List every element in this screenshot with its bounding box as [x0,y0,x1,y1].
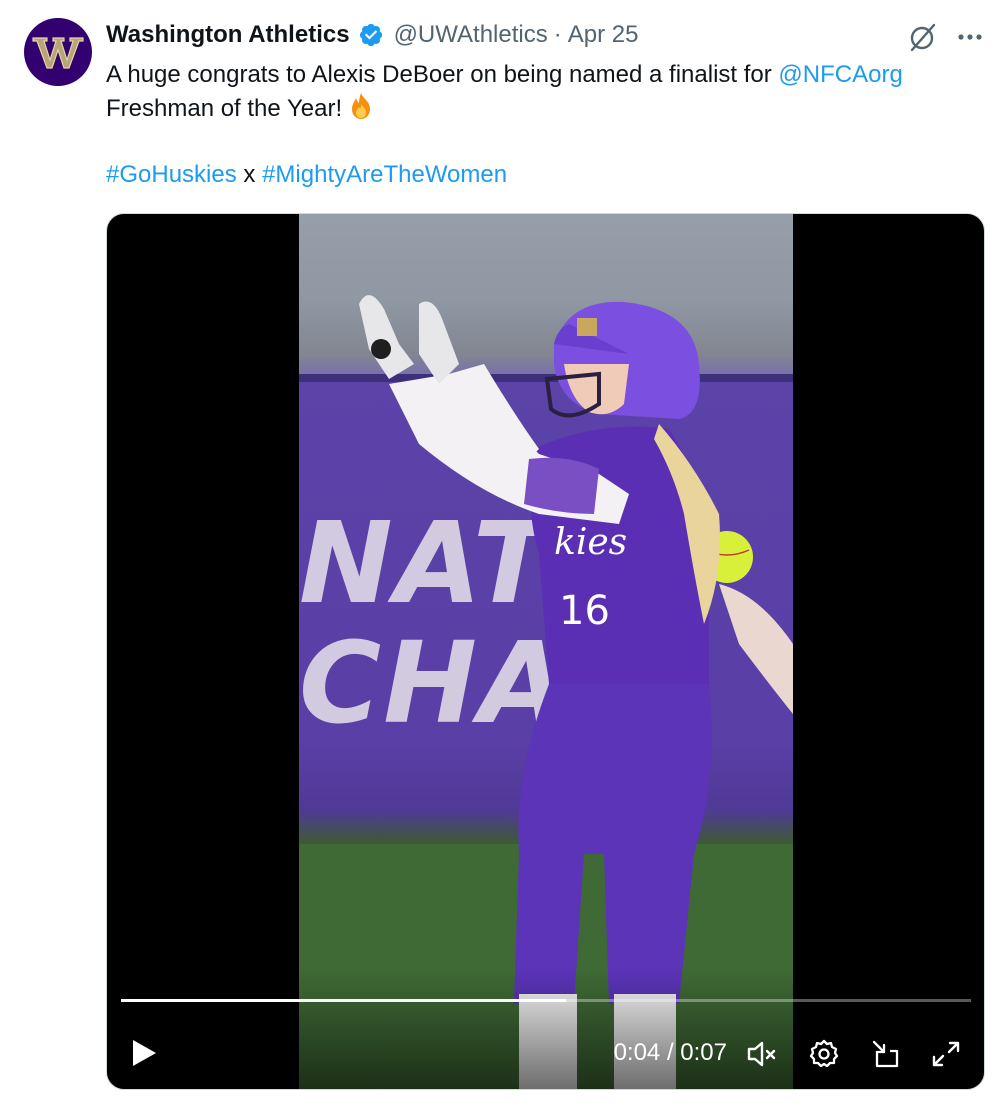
separator-dot: · [553,21,562,48]
fullscreen-icon[interactable] [929,1038,963,1070]
tweet[interactable]: Washington Athletics @UWAthletics · Apr … [0,0,1004,1108]
verified-badge-icon [359,23,382,47]
mention-link[interactable]: @NFCAorg [778,61,902,88]
picture-in-picture-icon[interactable] [869,1038,903,1070]
tweet-header: Washington Athletics @UWAthletics · Apr … [106,19,638,51]
controls-overlay [107,969,984,1089]
svg-text:kies: kies [554,522,627,563]
tweet-text: A huge congrats to Alexis DeBoer on bein… [106,58,986,191]
more-icon[interactable] [950,20,990,54]
svg-text:16: 16 [559,588,610,634]
hashtag-joiner: x [236,161,263,188]
time-display: 0:04 / 0:07 [613,1039,727,1066]
video-frame[interactable]: NATI CHA kies 16 [299,214,793,1089]
author-handle[interactable]: @UWAthletics [394,19,548,51]
video-player[interactable]: NATI CHA kies 16 0:04 / 0:07 [106,213,985,1090]
softball-player-image: kies 16 [299,214,793,1089]
avatar[interactable] [24,18,92,86]
tweet-text-line2: Freshman of the Year! [106,95,343,122]
tweet-date[interactable]: Apr 25 [568,19,639,51]
muted-speaker-icon[interactable] [745,1038,779,1070]
progress-bar-fill [121,999,566,1002]
settings-gear-icon[interactable] [807,1038,841,1070]
author-display-name[interactable]: Washington Athletics [106,19,350,51]
fire-emoji-icon [352,93,371,119]
play-icon[interactable] [129,1037,159,1069]
grok-icon[interactable] [906,20,940,54]
progress-bar[interactable] [121,999,971,1002]
hashtag-gohuskies[interactable]: #GoHuskies [106,161,237,188]
hashtag-mightyarethewomen[interactable]: #MightyAreTheWomen [262,161,507,188]
tweet-text-line1: A huge congrats to Alexis DeBoer on bein… [106,61,779,88]
uw-logo-icon [32,37,84,69]
